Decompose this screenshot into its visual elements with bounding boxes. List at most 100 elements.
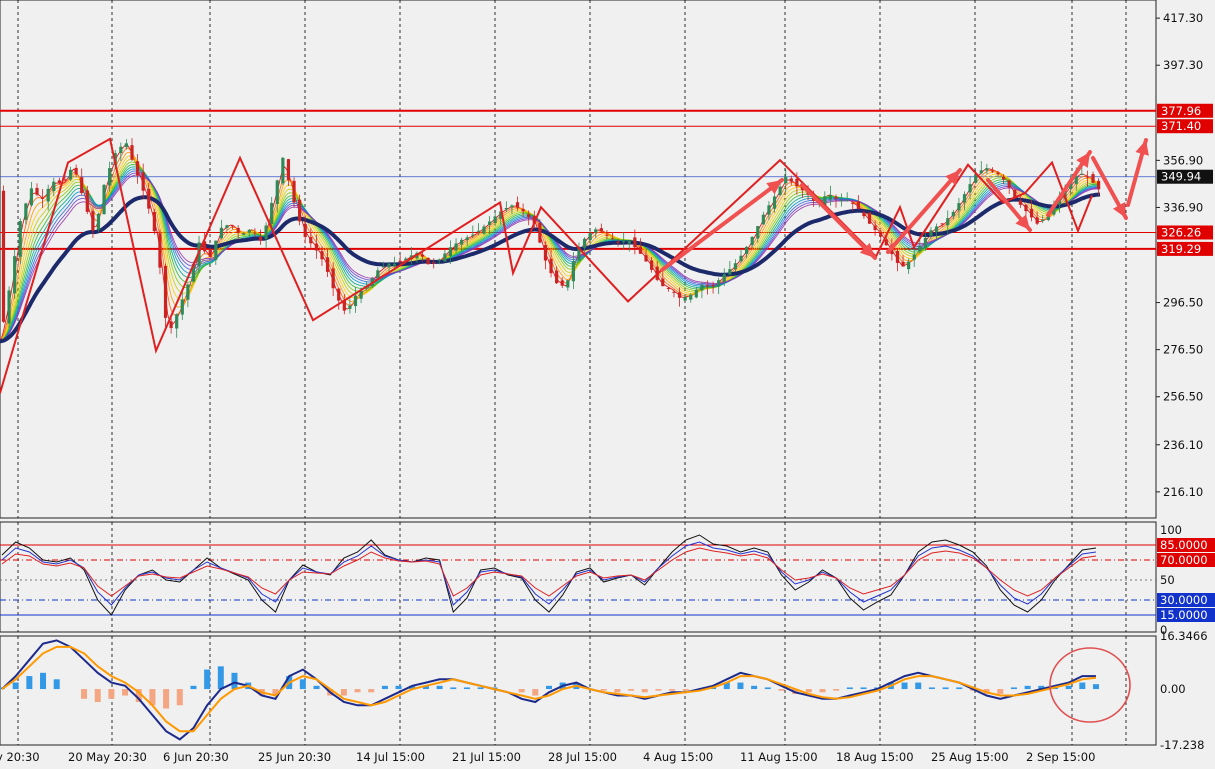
time-tick-label: 14 Jul 15:00 [356, 750, 425, 764]
candle-body [398, 260, 402, 263]
candle-body [404, 258, 408, 260]
candle-body [286, 159, 291, 181]
price-tick-label: 397.30 [1163, 58, 1203, 72]
candle-body [147, 188, 151, 209]
candle-body [1002, 176, 1006, 180]
candle-body [1018, 200, 1022, 205]
candle-body [689, 294, 693, 300]
time-tick-label: 28 Jul 15:00 [548, 750, 617, 764]
osc-level-label: 70.0000 [1160, 553, 1208, 567]
candle-body [504, 207, 508, 210]
macd-histogram-bar [641, 689, 648, 693]
macd-histogram-bar [860, 687, 867, 690]
candle-body [616, 241, 620, 243]
candle-body [236, 227, 240, 233]
price-tick-label: 236.10 [1163, 438, 1203, 452]
candle-body [940, 223, 944, 225]
macd-histogram-bar [915, 682, 922, 690]
trading-chart[interactable]: 417.30 397.30 356.90 336.90 296.50 276.50 256.… [0, 0, 1215, 765]
candle-body [867, 212, 872, 224]
candle-body [460, 239, 464, 245]
candle-body [1097, 180, 1101, 190]
time-tick-label: 11 Aug 15:00 [740, 750, 818, 764]
candle-body [1035, 217, 1039, 224]
candle-body [1085, 176, 1090, 178]
candle-body [186, 284, 190, 300]
macd-histogram-bar [299, 679, 306, 690]
osc-level-label: 30.0000 [1160, 593, 1208, 607]
time-tick-label: 2 Sep 15:00 [1026, 750, 1095, 764]
candle-body [633, 237, 637, 248]
time-axis: y 20:30 20 May 20:30 6 Jun 20:30 25 Jun 20:… [0, 750, 1095, 764]
candle-body [1, 190, 6, 322]
candle-body [772, 196, 777, 209]
candle-body [839, 200, 844, 202]
macd-histogram-bar [381, 685, 388, 690]
candle-body [487, 221, 492, 225]
current-price-label: 349.94 [1161, 170, 1201, 184]
macd-tick-label: -17.238 [1160, 738, 1204, 752]
price-tick-label: 256.50 [1163, 390, 1203, 404]
candle-body [661, 278, 665, 287]
candle-body [325, 257, 330, 272]
candle-body [622, 241, 626, 243]
candle-body [745, 246, 749, 255]
candle-body [733, 263, 738, 270]
macd-histogram-bar [313, 685, 320, 690]
level-badge-label: 371.40 [1161, 119, 1201, 133]
macd-histogram-bar [518, 689, 525, 693]
candle-body [694, 289, 698, 298]
macd-histogram-bar [217, 666, 224, 690]
candle-body [795, 178, 799, 187]
candle-body [705, 285, 710, 287]
macd-histogram-bar [94, 689, 101, 703]
candle-body [979, 170, 983, 174]
candle-body [175, 314, 179, 329]
candle-body [527, 214, 531, 218]
candle-body [275, 180, 279, 204]
candle-body [767, 205, 771, 215]
candle-body [1041, 219, 1045, 221]
candle-body [180, 299, 184, 315]
macd-histogram-bar [1065, 685, 1072, 690]
macd-histogram-bar [997, 689, 1004, 694]
candle-body [376, 270, 380, 279]
candle-body [225, 225, 229, 228]
candle-body [918, 245, 922, 252]
macd-histogram-bar [122, 689, 129, 696]
price-tick-label: 336.90 [1163, 200, 1203, 214]
candle-body [214, 240, 218, 260]
candle-body [298, 199, 302, 222]
level-badge-label: 319.29 [1161, 242, 1201, 256]
candle-body [314, 243, 318, 251]
candle-body [448, 247, 453, 257]
candle-body [1091, 174, 1095, 183]
candle-body [303, 224, 307, 238]
candle-body [722, 274, 726, 282]
candle-body [348, 305, 352, 309]
macd-histogram-bar [53, 679, 60, 690]
macd-histogram-bar [956, 687, 963, 690]
chart-canvas[interactable]: 417.30 397.30 356.90 336.90 296.50 276.50 256.… [0, 0, 1215, 765]
candle-body [957, 203, 961, 211]
candle-body [331, 268, 335, 289]
candle-body [515, 202, 520, 208]
candle-body [644, 255, 648, 262]
candle-body [789, 178, 793, 182]
candle-body [549, 258, 553, 274]
candle-body [895, 250, 900, 263]
candle-body [968, 184, 972, 193]
candle-body [35, 187, 39, 195]
macd-histogram-bar [1093, 684, 1099, 690]
candle-body [856, 201, 860, 209]
candle-body [52, 181, 56, 192]
candle-body [18, 221, 22, 257]
candle-body [393, 263, 397, 266]
macd-histogram-bar [108, 689, 115, 699]
candle-body [677, 292, 682, 298]
candle-body [96, 213, 101, 230]
macd-histogram-bar [778, 689, 785, 691]
macd-histogram-bar [436, 685, 443, 690]
candle-body [784, 176, 788, 184]
macd-histogram-bar [532, 689, 539, 696]
